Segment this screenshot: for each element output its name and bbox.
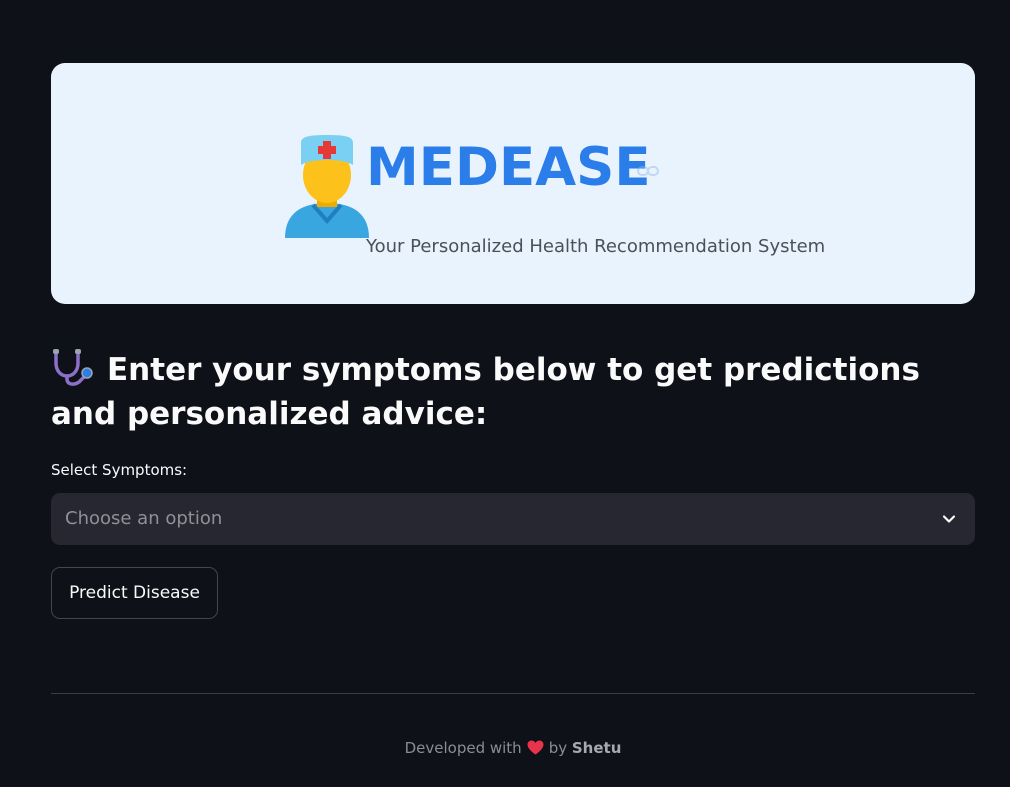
select-placeholder: Choose an option	[65, 508, 223, 529]
footer: Developed with by Shetu	[0, 739, 1010, 757]
chevron-down-icon[interactable]	[941, 511, 957, 527]
stethoscope-icon	[53, 349, 93, 386]
app-title: MEDEASE	[366, 137, 651, 198]
heart-icon	[527, 740, 544, 755]
app-page: MEDEASE Your Personalized Health Recomme…	[0, 0, 1010, 787]
app-subtitle: Your Personalized Health Recommendation …	[366, 236, 826, 257]
footer-author: Shetu	[571, 739, 622, 757]
page-heading: Enter your symptoms below to get predict…	[51, 348, 951, 436]
link-icon[interactable]	[637, 164, 659, 178]
heading-text: Enter your symptoms below to get predict…	[51, 352, 920, 432]
symptoms-select[interactable]: Choose an option	[51, 493, 975, 545]
health-worker-icon	[285, 135, 369, 238]
predict-disease-button[interactable]: Predict Disease	[51, 567, 218, 619]
footer-prefix: Developed with	[404, 739, 522, 757]
footer-by: by	[548, 739, 568, 757]
divider	[51, 693, 975, 694]
hero-banner: MEDEASE Your Personalized Health Recomme…	[51, 63, 975, 304]
symptoms-label: Select Symptoms:	[51, 461, 188, 479]
